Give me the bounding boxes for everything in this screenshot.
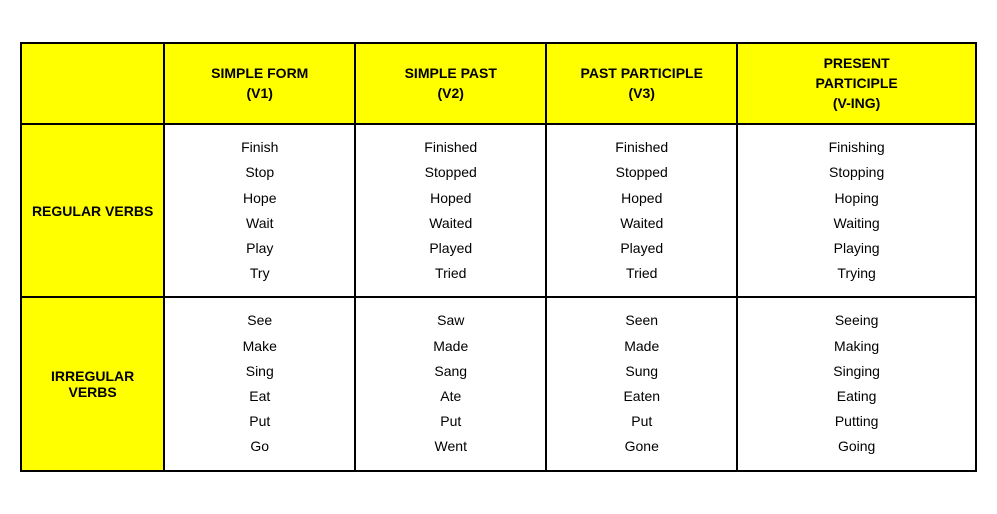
header-empty [21, 43, 164, 124]
data-cell-v2-0: FinishedStoppedHopedWaitedPlayedTried [355, 124, 546, 297]
table-wrapper: SIMPLE FORM(V1) SIMPLE PAST(V2) PAST PAR… [0, 22, 997, 491]
data-cell-ving-1: SeeingMakingSingingEatingPuttingGoing [737, 297, 976, 470]
data-cell-v2-1: SawMadeSangAtePutWent [355, 297, 546, 470]
category-cell-1: IRREGULARVERBS [21, 297, 164, 470]
data-cell-v3-0: FinishedStoppedHopedWaitedPlayedTried [546, 124, 737, 297]
verb-table: SIMPLE FORM(V1) SIMPLE PAST(V2) PAST PAR… [20, 42, 977, 471]
table-row: REGULAR VERBSFinishStopHopeWaitPlayTryFi… [21, 124, 976, 297]
header-v3: PAST PARTICIPLE(V3) [546, 43, 737, 124]
data-cell-v1-1: SeeMakeSingEatPutGo [164, 297, 355, 470]
header-v1: SIMPLE FORM(V1) [164, 43, 355, 124]
header-ving: PRESENTPARTICIPLE(V-ING) [737, 43, 976, 124]
table-row: IRREGULARVERBSSeeMakeSingEatPutGoSawMade… [21, 297, 976, 470]
data-cell-v3-1: SeenMadeSungEatenPutGone [546, 297, 737, 470]
category-cell-0: REGULAR VERBS [21, 124, 164, 297]
header-row: SIMPLE FORM(V1) SIMPLE PAST(V2) PAST PAR… [21, 43, 976, 124]
header-v2: SIMPLE PAST(V2) [355, 43, 546, 124]
data-cell-v1-0: FinishStopHopeWaitPlayTry [164, 124, 355, 297]
data-cell-ving-0: FinishingStoppingHopingWaitingPlayingTry… [737, 124, 976, 297]
